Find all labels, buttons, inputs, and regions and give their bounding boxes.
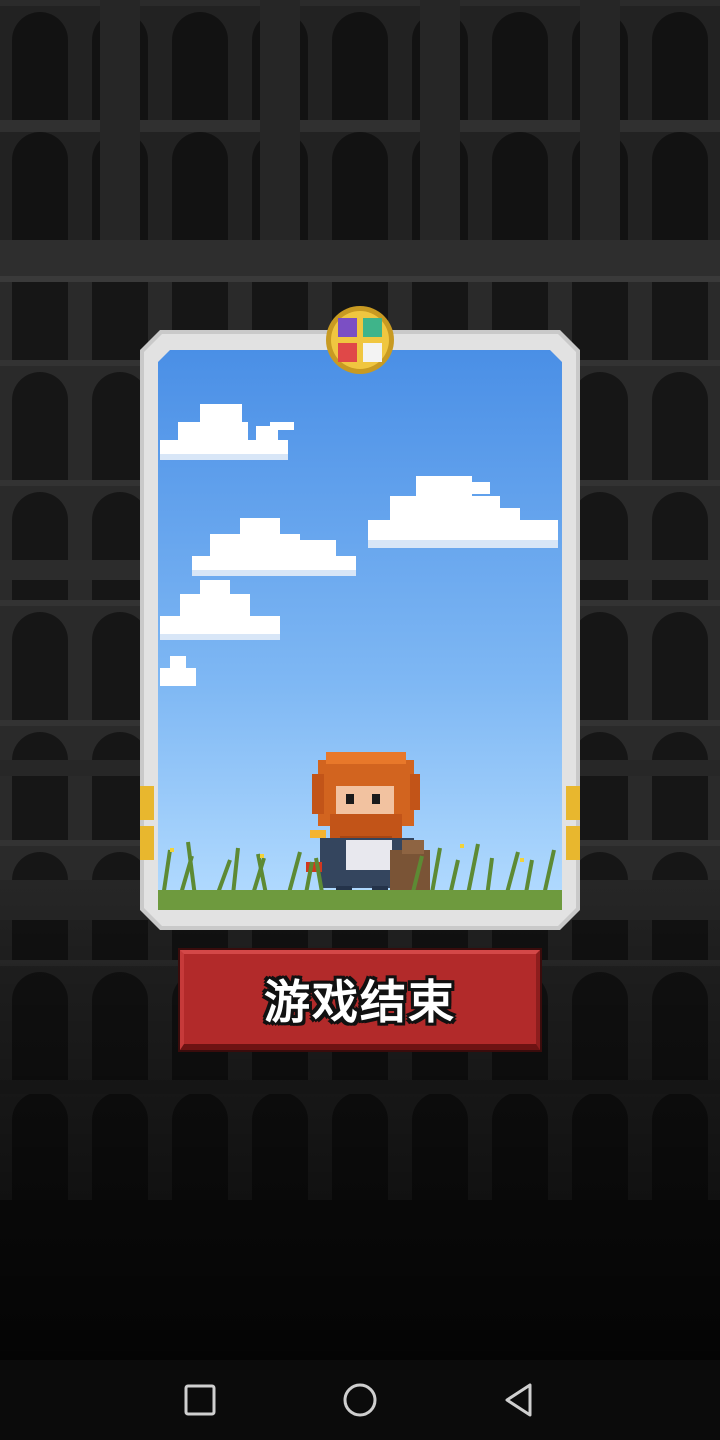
character-card bbox=[140, 330, 580, 930]
pixel-hero-character bbox=[306, 752, 430, 900]
triangle-back-icon[interactable] bbox=[500, 1380, 540, 1420]
square-recent-apps-icon[interactable] bbox=[180, 1380, 220, 1420]
game-over-button[interactable]: 游戏结束 bbox=[180, 950, 540, 1050]
card-artwork bbox=[140, 330, 580, 930]
circle-home-icon[interactable] bbox=[340, 1380, 380, 1420]
gold-side-tab-right bbox=[566, 786, 580, 820]
gold-emblem-icon bbox=[326, 306, 394, 374]
game-over-screen: 游戏结束 bbox=[0, 0, 720, 1440]
game-over-button-label: 游戏结束 bbox=[264, 975, 456, 1029]
gold-side-tab-left bbox=[140, 786, 154, 820]
system-navigation-bar bbox=[0, 1360, 720, 1440]
